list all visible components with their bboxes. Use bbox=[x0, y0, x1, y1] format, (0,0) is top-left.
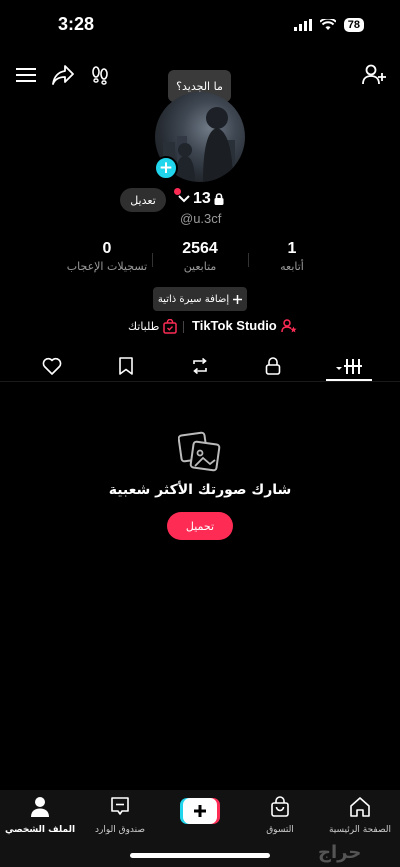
signal-icon bbox=[293, 19, 312, 31]
footprints-icon[interactable] bbox=[86, 61, 114, 89]
tab-reposts[interactable] bbox=[186, 352, 214, 380]
add-friend-icon[interactable] bbox=[360, 61, 388, 89]
stat-followers[interactable]: 2564 متابعين bbox=[155, 240, 245, 273]
status-icons: 78 bbox=[293, 18, 364, 32]
nav-profile[interactable]: الملف الشخصي bbox=[0, 796, 80, 835]
links-row: طلباتك TikTok Studio bbox=[0, 318, 400, 336]
bio-label: إضافة سيرة ذاتية bbox=[157, 293, 230, 305]
orders-label: طلباتك bbox=[128, 320, 160, 333]
nav-label: صندوق الوارد bbox=[94, 825, 146, 835]
tab-liked[interactable] bbox=[38, 352, 66, 380]
tab-saved[interactable] bbox=[112, 352, 140, 380]
photos-icon bbox=[177, 430, 222, 474]
links-divider bbox=[183, 321, 184, 333]
lock-icon bbox=[265, 357, 281, 375]
user-handle: @u.3cf bbox=[180, 211, 222, 226]
stat-following[interactable]: 1 أتابعه bbox=[247, 240, 337, 273]
status-time: 3:28 bbox=[58, 14, 95, 34]
inbox-icon bbox=[111, 797, 129, 815]
chevron-down-icon bbox=[178, 195, 190, 203]
wifi-icon bbox=[319, 19, 336, 30]
nav-shop[interactable]: التسوق bbox=[240, 796, 320, 835]
home-icon bbox=[350, 797, 370, 817]
stat-value: 2564 bbox=[182, 240, 218, 257]
status-bar: 3:28 78 bbox=[0, 0, 400, 50]
add-photo-button[interactable]: + bbox=[154, 156, 178, 180]
username-switcher[interactable]: 13 bbox=[178, 190, 224, 208]
plus-icon bbox=[180, 798, 220, 824]
nav-inbox[interactable]: صندوق الوارد bbox=[80, 796, 160, 835]
orders-link[interactable]: طلباتك bbox=[128, 319, 178, 334]
plus-icon bbox=[233, 294, 243, 304]
lock-icon bbox=[214, 193, 224, 205]
profile-tabs bbox=[0, 350, 400, 382]
active-tab-indicator bbox=[326, 379, 372, 381]
stat-label: تسجيلات الإعجاب bbox=[66, 260, 148, 273]
shop-icon bbox=[271, 796, 289, 817]
video-grid-icon bbox=[336, 359, 362, 374]
watermark: حراج bbox=[318, 842, 362, 863]
add-bio-button[interactable]: إضافة سيرة ذاتية bbox=[153, 287, 247, 311]
edit-profile-button[interactable]: تعديل bbox=[120, 188, 166, 212]
home-indicator bbox=[130, 853, 270, 858]
stat-label: أتابعه bbox=[280, 260, 304, 273]
studio-label: TikTok Studio bbox=[192, 318, 277, 333]
share-icon[interactable] bbox=[49, 61, 77, 89]
battery-indicator: 78 bbox=[343, 18, 364, 32]
tab-videos[interactable] bbox=[335, 352, 365, 380]
bookmark-icon bbox=[119, 357, 133, 375]
stat-value: 0 bbox=[102, 240, 112, 257]
creator-icon bbox=[281, 318, 297, 332]
upload-label: تحميل bbox=[185, 519, 215, 533]
edit-label: تعديل bbox=[130, 193, 156, 207]
tiktok-studio-link[interactable]: TikTok Studio bbox=[192, 318, 297, 333]
nav-home[interactable]: الصفحة الرئيسية bbox=[320, 796, 400, 835]
nav-label: التسوق bbox=[266, 825, 294, 835]
repost-icon bbox=[193, 357, 207, 375]
create-button[interactable] bbox=[180, 798, 220, 824]
profile-icon bbox=[31, 797, 49, 817]
tooltip-text: ما الجديد؟ bbox=[176, 79, 223, 93]
nav-label: الملف الشخصي bbox=[4, 825, 76, 835]
stat-divider bbox=[152, 253, 153, 267]
upload-button[interactable]: تحميل bbox=[167, 512, 233, 540]
shopping-bag-icon bbox=[163, 319, 178, 334]
empty-state-text: شارك صورتك الأكثر شعبية bbox=[108, 482, 292, 498]
menu-icon[interactable] bbox=[12, 61, 40, 89]
nav-label: الصفحة الرئيسية bbox=[328, 825, 392, 835]
stat-label: متابعين bbox=[183, 260, 217, 273]
tab-private[interactable] bbox=[259, 352, 287, 380]
stat-value: 1 bbox=[287, 240, 297, 257]
heart-icon bbox=[42, 357, 62, 375]
username: 13 bbox=[193, 190, 211, 207]
stat-likes[interactable]: 0 تسجيلات الإعجاب bbox=[62, 240, 152, 273]
